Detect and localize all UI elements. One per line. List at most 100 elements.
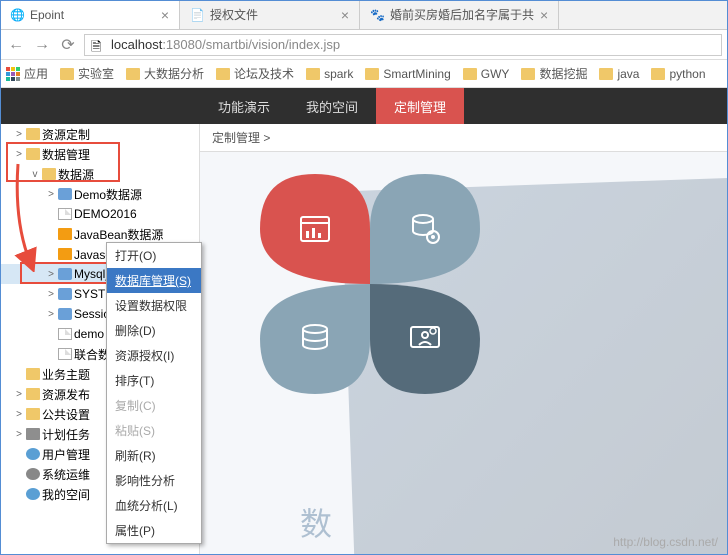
back-button[interactable]: ← <box>6 35 26 55</box>
petal-user[interactable] <box>370 284 480 394</box>
folder-icon <box>521 68 535 80</box>
url-input[interactable]: 🗎 localhost:18080/smartbi/vision/index.j… <box>84 34 722 56</box>
bm-1[interactable]: 实验室 <box>60 65 114 82</box>
bm-9[interactable]: python <box>651 67 705 81</box>
tree-label: Sessic <box>74 307 109 321</box>
tree-label: 用户管理 <box>42 446 90 463</box>
tab-1[interactable]: 📄 授权文件 × <box>180 0 360 29</box>
tree-node-0[interactable]: > 资源定制 <box>0 124 199 144</box>
user-icon <box>26 488 40 500</box>
context-menu-item-10[interactable]: 血统分析(L) <box>107 493 201 518</box>
bm-2[interactable]: 大数据分析 <box>126 65 204 82</box>
bm-label: 应用 <box>24 65 48 82</box>
expand-icon[interactable]: > <box>46 189 56 200</box>
context-menu: 打开(O)数据库管理(S)设置数据权限删除(D)资源授权(I)排序(T)复制(C… <box>106 242 202 544</box>
tree-label: 资源发布 <box>42 386 90 403</box>
url-port: :18080 <box>162 37 202 52</box>
folder-icon <box>42 168 56 180</box>
gear-icon <box>26 468 40 480</box>
nav-demo[interactable]: 功能演示 <box>200 88 288 124</box>
petal-storage[interactable] <box>260 284 370 394</box>
bm-5[interactable]: SmartMining <box>365 67 450 81</box>
db-icon <box>58 268 72 280</box>
bm-label: 数据挖掘 <box>539 65 587 82</box>
tree-label: DEMO2016 <box>74 207 137 221</box>
context-menu-item-3[interactable]: 删除(D) <box>107 318 201 343</box>
bm-8[interactable]: java <box>599 67 639 81</box>
bm-3[interactable]: 论坛及技术 <box>216 65 294 82</box>
expand-icon[interactable]: > <box>14 429 24 440</box>
bm-label: spark <box>324 67 353 81</box>
bm-7[interactable]: 数据挖掘 <box>521 65 587 82</box>
tree-label: 数据管理 <box>42 146 90 163</box>
context-menu-item-11[interactable]: 属性(P) <box>107 518 201 543</box>
expand-icon[interactable]: > <box>46 309 56 320</box>
user-icon <box>26 448 40 460</box>
context-menu-item-9[interactable]: 影响性分析 <box>107 468 201 493</box>
expand-icon[interactable]: > <box>14 409 24 420</box>
forward-button[interactable]: → <box>32 35 52 55</box>
context-menu-item-0[interactable]: 打开(O) <box>107 243 201 268</box>
browser-tabs: 🌐 Epoint × 📄 授权文件 × 🐾 婚前买房婚后加名字属于共 × <box>0 0 728 30</box>
folder-icon <box>26 148 40 160</box>
tree-node-4[interactable]: DEMO2016 <box>0 204 199 224</box>
context-menu-item-2[interactable]: 设置数据权限 <box>107 293 201 318</box>
content-panel: 定制管理 > 数 http://blog.csdn.net/ <box>200 124 728 555</box>
nav-custom[interactable]: 定制管理 <box>376 88 464 124</box>
expand-icon[interactable]: > <box>46 289 56 300</box>
orange-icon <box>58 228 72 240</box>
doc-icon <box>58 348 72 360</box>
tree-node-3[interactable]: >Demo数据源 <box>0 184 199 204</box>
tab-0[interactable]: 🌐 Epoint × <box>0 0 180 29</box>
bm-4[interactable]: spark <box>306 67 353 81</box>
context-menu-item-1[interactable]: 数据库管理(S) <box>107 268 201 293</box>
bm-label: 大数据分析 <box>144 65 204 82</box>
folder-icon <box>651 68 665 80</box>
bm-6[interactable]: GWY <box>463 67 510 81</box>
calendar-icon <box>26 428 40 440</box>
expand-icon[interactable]: > <box>46 269 56 280</box>
reload-button[interactable]: ⟳ <box>58 35 78 55</box>
close-icon[interactable]: × <box>540 7 548 23</box>
tree-label: 资源定制 <box>42 126 90 143</box>
context-menu-item-4[interactable]: 资源授权(I) <box>107 343 201 368</box>
tree-node-2[interactable]: v数据源 <box>0 164 199 184</box>
calendar-chart-icon <box>295 209 335 249</box>
bm-label: 实验室 <box>78 65 114 82</box>
database-icon <box>295 319 335 359</box>
doc-icon <box>58 328 72 340</box>
folder-icon <box>60 68 74 80</box>
context-menu-item-5[interactable]: 排序(T) <box>107 368 201 393</box>
tree-node-1[interactable]: > 数据管理 <box>0 144 199 164</box>
bm-label: GWY <box>481 67 510 81</box>
paw-icon: 🐾 <box>370 8 384 22</box>
tree-label: demo <box>74 327 104 341</box>
top-nav: 功能演示 我的空间 定制管理 <box>0 88 728 124</box>
petal-database[interactable] <box>370 174 480 284</box>
tab-label: 授权文件 <box>210 6 258 23</box>
nav-myspace[interactable]: 我的空间 <box>288 88 376 124</box>
tree-label: 我的空间 <box>42 486 90 503</box>
user-screen-icon <box>405 319 445 359</box>
tree-node-5[interactable]: JavaBean数据源 <box>0 224 199 244</box>
expand-icon[interactable]: > <box>14 129 24 140</box>
expand-icon[interactable]: v <box>30 169 40 180</box>
apps-button[interactable]: 应用 <box>6 65 48 82</box>
context-menu-item-8[interactable]: 刷新(R) <box>107 443 201 468</box>
bm-label: 论坛及技术 <box>234 65 294 82</box>
tree-label: 计划任务 <box>42 426 90 443</box>
folder-icon <box>26 128 40 140</box>
db-icon <box>58 288 72 300</box>
tab-2[interactable]: 🐾 婚前买房婚后加名字属于共 × <box>360 0 559 29</box>
folder-icon <box>26 388 40 400</box>
page-icon: 🗎 <box>91 38 105 52</box>
folder-icon <box>26 408 40 420</box>
doc-icon <box>58 208 72 220</box>
expand-icon[interactable]: > <box>14 149 24 160</box>
tree-label: 公共设置 <box>42 406 90 423</box>
close-icon[interactable]: × <box>161 7 169 23</box>
database-gear-icon <box>405 209 445 249</box>
expand-icon[interactable]: > <box>14 389 24 400</box>
close-icon[interactable]: × <box>341 7 349 23</box>
petal-report[interactable] <box>260 174 370 284</box>
